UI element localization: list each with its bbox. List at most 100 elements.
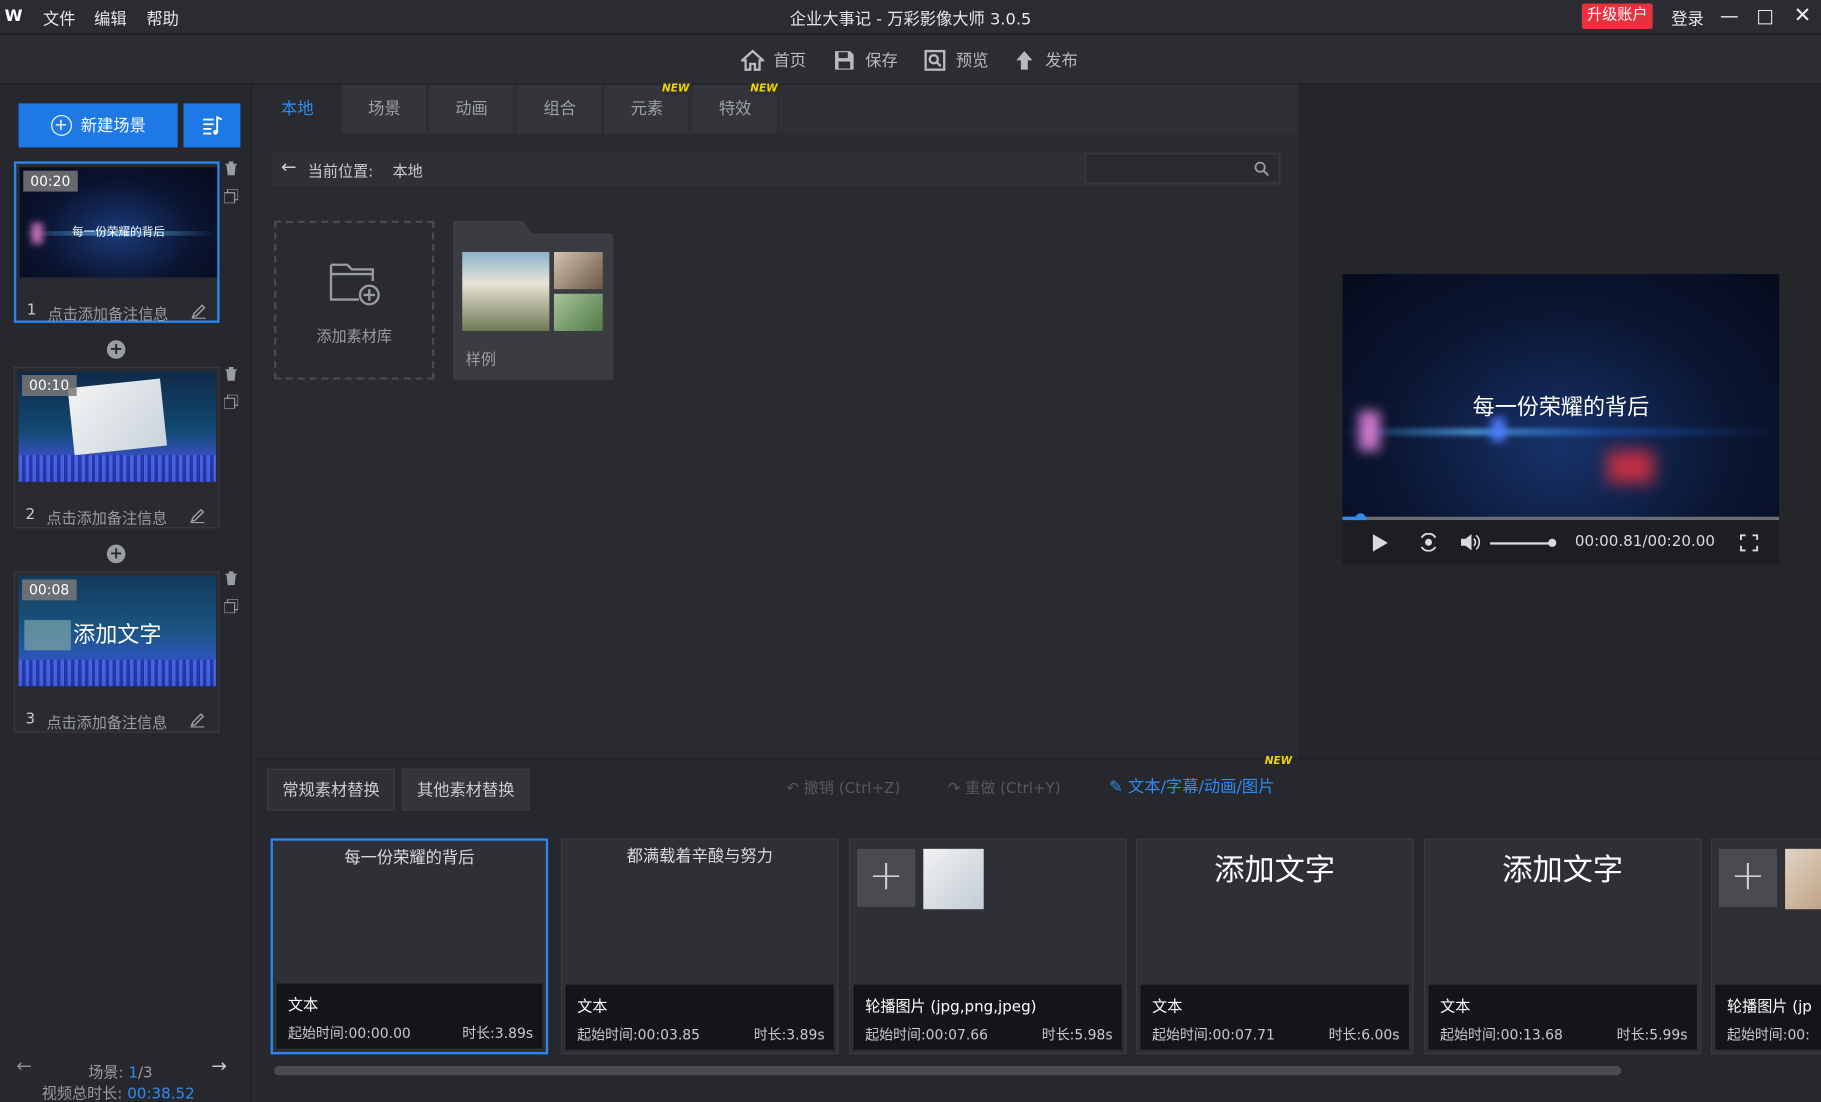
scene-1-actions xyxy=(224,161,240,217)
save-label: 保存 xyxy=(865,52,898,71)
card-start-time: 起始时间:00:07.71 xyxy=(1152,1026,1275,1043)
card-type: 轮播图片 (jp xyxy=(1727,998,1812,1017)
scene-note[interactable]: 点击添加备注信息 xyxy=(48,302,169,324)
scene-card-3[interactable]: 添加文字 00:08 3 点击添加备注信息 xyxy=(13,571,220,733)
save-icon xyxy=(835,51,854,70)
scene-card-2[interactable]: 00:10 2 点击添加备注信息 xyxy=(13,366,220,529)
card-type: 文本 xyxy=(288,997,319,1015)
tab-local[interactable]: 本地 xyxy=(255,84,341,134)
search-input[interactable] xyxy=(1084,153,1280,184)
card-info: 文本 起始时间:00:03.85 时长:3.89s xyxy=(565,984,834,1050)
preview-button[interactable]: 预览 xyxy=(923,45,988,75)
new-badge: NEW xyxy=(660,83,691,96)
pencil-icon: ✎ xyxy=(1109,778,1128,797)
card-text: 添加文字 xyxy=(1502,853,1624,889)
video-total-duration: 视频总时长: 00:38.52 xyxy=(42,1081,195,1102)
home-icon xyxy=(740,49,765,71)
delete-icon[interactable] xyxy=(224,571,238,586)
music-button[interactable] xyxy=(183,103,241,148)
carousel-image-thumb[interactable] xyxy=(1785,848,1821,910)
prev-scene-icon[interactable]: ← xyxy=(16,1054,32,1076)
card-start-time: 起始时间:00:07.66 xyxy=(865,1026,989,1043)
edit-note-icon[interactable] xyxy=(189,712,205,728)
scene-sidebar: + 新建场景 每一份荣耀的背后 00:20 1 点击添加备注信息 + 00:10… xyxy=(0,84,253,1102)
next-scene-icon[interactable]: → xyxy=(211,1054,227,1076)
volume-icon[interactable] xyxy=(1460,533,1481,552)
publish-button[interactable]: 发布 xyxy=(1013,45,1078,75)
search-icon[interactable] xyxy=(1254,161,1269,177)
material-card[interactable]: 都满载着辛酸与努力 文本 起始时间:00:03.85 时长:3.89s xyxy=(560,838,839,1055)
new-scene-button[interactable]: + 新建场景 xyxy=(18,103,178,148)
scene-3-actions xyxy=(224,571,240,627)
minimize-icon[interactable]: — xyxy=(1718,3,1741,29)
tab-animation[interactable]: 动画 xyxy=(429,84,515,134)
tab-scene[interactable]: 场景 xyxy=(342,84,428,134)
material-card[interactable]: 每一份荣耀的背后 文本 起始时间:00:00.00 时长:3.89s xyxy=(270,838,549,1055)
material-card[interactable]: + 轮播图片 (jp 起始时间:00: xyxy=(1710,838,1821,1055)
copy-icon[interactable] xyxy=(224,599,239,614)
sample-folder[interactable]: 样例 xyxy=(452,233,614,380)
title-bar: W 文件 编辑 帮助 企业大事记 - 万彩影像大师 3.0.5 升级账户 登录 … xyxy=(0,0,1821,35)
fullscreen-icon[interactable] xyxy=(1740,534,1759,552)
edit-note-icon[interactable] xyxy=(190,303,206,319)
scene-number: 1 xyxy=(26,301,37,320)
card-start-time: 起始时间:00: xyxy=(1727,1026,1810,1043)
card-duration: 时长:3.89s xyxy=(753,1026,825,1043)
edit-content-label: 文本/字幕/动画/图片 xyxy=(1127,778,1275,797)
scene-number: 3 xyxy=(25,710,36,729)
upload-icon xyxy=(1016,51,1033,70)
tab-combination[interactable]: 组合 xyxy=(517,84,603,134)
tab-other-replace[interactable]: 其他素材替换 xyxy=(401,768,530,811)
edit-content-button[interactable]: ✎ 文本/字幕/动画/图片 xyxy=(1109,775,1274,798)
play-icon[interactable] xyxy=(1372,534,1388,552)
horizontal-scrollbar[interactable] xyxy=(274,1065,1622,1076)
total-duration-label: 视频总时长: xyxy=(41,1085,128,1102)
add-scene-icon[interactable]: + xyxy=(106,340,126,359)
playback-handle[interactable] xyxy=(1355,513,1366,521)
upgrade-account-button[interactable]: 升级账户 xyxy=(1581,3,1653,30)
new-scene-label: 新建场景 xyxy=(80,117,146,136)
add-image-button[interactable]: + xyxy=(857,848,916,907)
tab-regular-replace[interactable]: 常规素材替换 xyxy=(267,768,395,811)
location-value: 本地 xyxy=(392,163,423,182)
video-caption: 每一份荣耀的背后 xyxy=(1472,394,1650,421)
volume-handle[interactable] xyxy=(1548,538,1557,547)
preview-label: 预览 xyxy=(955,52,989,71)
copy-icon[interactable] xyxy=(224,189,239,204)
scene-note[interactable]: 点击添加备注信息 xyxy=(46,506,167,528)
main-toolbar: 首页 保存 预览 发布 xyxy=(0,35,1821,85)
undo-button[interactable]: ↶ 撤销 (Ctrl+Z) xyxy=(786,776,900,797)
player-controls: 00:00.81/00:20.00 xyxy=(1342,520,1780,565)
redo-button[interactable]: ↷ 重做 (Ctrl+Y) xyxy=(948,776,1061,797)
close-icon[interactable]: ✕ xyxy=(1791,3,1814,29)
scene-2-actions xyxy=(224,366,240,423)
publish-label: 发布 xyxy=(1045,52,1078,71)
scene-card-1[interactable]: 每一份荣耀的背后 00:20 1 点击添加备注信息 xyxy=(13,161,220,324)
material-card[interactable]: 添加文字 文本 起始时间:00:13.68 时长:5.99s xyxy=(1423,838,1702,1055)
add-library-tile[interactable]: 添加素材库 xyxy=(274,220,435,380)
folder-preview-image xyxy=(553,251,603,290)
video-preview[interactable]: 每一份荣耀的背后 xyxy=(1342,274,1780,521)
card-info: 轮播图片 (jpg,png,jpeg) 起始时间:00:07.66 时长:5.9… xyxy=(853,984,1122,1050)
edit-note-icon[interactable] xyxy=(189,507,205,524)
scene-counter-label: 场景: xyxy=(88,1064,129,1083)
add-image-button[interactable]: + xyxy=(1718,848,1777,907)
scene-note[interactable]: 点击添加备注信息 xyxy=(46,711,167,732)
delete-icon[interactable] xyxy=(224,161,238,176)
copy-icon[interactable] xyxy=(224,394,239,409)
add-library-label: 添加素材库 xyxy=(316,328,392,347)
material-card[interactable]: + 轮播图片 (jpg,png,jpeg) 起始时间:00:07.66 时长:5… xyxy=(848,838,1127,1055)
add-scene-icon[interactable]: + xyxy=(106,544,126,564)
delete-icon[interactable] xyxy=(224,366,238,381)
save-button[interactable]: 保存 xyxy=(833,45,898,75)
back-arrow-icon[interactable]: ← xyxy=(281,156,297,178)
home-button[interactable]: 首页 xyxy=(740,45,806,75)
material-card[interactable]: 添加文字 文本 起始时间:00:07.71 时长:6.00s xyxy=(1135,838,1414,1055)
maximize-icon[interactable]: □ xyxy=(1754,3,1777,29)
login-button[interactable]: 登录 xyxy=(1671,7,1704,30)
camera-rotate-icon[interactable] xyxy=(1418,532,1439,552)
total-duration-value: 00:38.52 xyxy=(127,1085,195,1102)
sample-folder-label: 样例 xyxy=(465,351,496,370)
volume-slider[interactable] xyxy=(1490,542,1556,545)
carousel-image-thumb[interactable] xyxy=(923,848,984,910)
